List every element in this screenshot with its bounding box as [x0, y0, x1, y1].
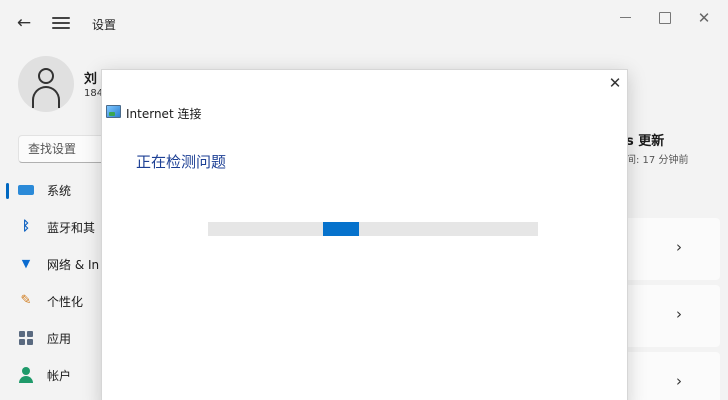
maximize-button[interactable] — [655, 8, 675, 28]
settings-card[interactable]: › — [620, 352, 720, 400]
sidebar-item-network[interactable]: ▼ 网络 & In — [0, 248, 100, 280]
update-title: s 更新 — [626, 134, 665, 149]
chevron-right-icon: › — [676, 238, 682, 256]
dialog-title: Internet 连接 — [126, 107, 202, 121]
settings-card[interactable]: › — [620, 285, 720, 347]
user-avatar[interactable] — [18, 56, 74, 112]
sidebar-item-personalization[interactable]: ✎ 个性化 — [0, 285, 100, 317]
back-arrow-icon[interactable]: ← — [14, 13, 34, 33]
account-icon — [18, 367, 34, 383]
sidebar-item-bluetooth[interactable]: ᛒ 蓝牙和其 — [0, 211, 100, 243]
sidebar-item-accounts[interactable]: 帐户 — [0, 359, 100, 391]
sidebar-item-system[interactable]: 系统 — [0, 174, 100, 206]
minimize-button[interactable] — [616, 8, 636, 28]
hamburger-menu-icon[interactable] — [52, 14, 70, 32]
user-name: 刘 — [84, 72, 98, 87]
sidebar-item-label: 应用 — [47, 332, 72, 346]
close-icon[interactable]: ✕ — [607, 75, 623, 91]
sidebar-item-label: 帐户 — [47, 369, 72, 383]
chevron-right-icon: › — [676, 372, 682, 390]
sidebar-item-apps[interactable]: 应用 — [0, 322, 100, 354]
bluetooth-icon: ᛒ — [22, 219, 30, 234]
sidebar-item-label: 蓝牙和其 — [47, 221, 96, 235]
app-title: 设置 — [92, 18, 117, 32]
sidebar-item-label: 系统 — [47, 184, 72, 198]
close-window-button[interactable]: ✕ — [694, 8, 714, 28]
settings-card[interactable]: › — [620, 218, 720, 280]
update-last-checked: 间: 17 分钟前 — [626, 155, 689, 166]
settings-titlebar: ← 设置 ✕ — [0, 0, 728, 48]
internet-connection-dialog: ✕ Internet 连接 正在检测问题 — [101, 69, 628, 400]
apps-icon — [18, 330, 34, 346]
dialog-heading: 正在检测问题 — [136, 153, 227, 171]
chevron-right-icon: › — [676, 305, 682, 323]
selection-indicator — [6, 183, 9, 199]
sidebar-item-label: 个性化 — [47, 295, 84, 309]
sidebar-item-label: 网络 & In — [47, 258, 100, 272]
brush-icon: ✎ — [20, 293, 32, 308]
progress-bar — [208, 222, 538, 236]
person-icon — [38, 68, 54, 84]
monitor-icon — [18, 185, 34, 195]
progress-indicator — [323, 222, 359, 236]
network-troubleshooter-icon — [106, 105, 121, 118]
wifi-icon: ▼ — [21, 257, 31, 270]
